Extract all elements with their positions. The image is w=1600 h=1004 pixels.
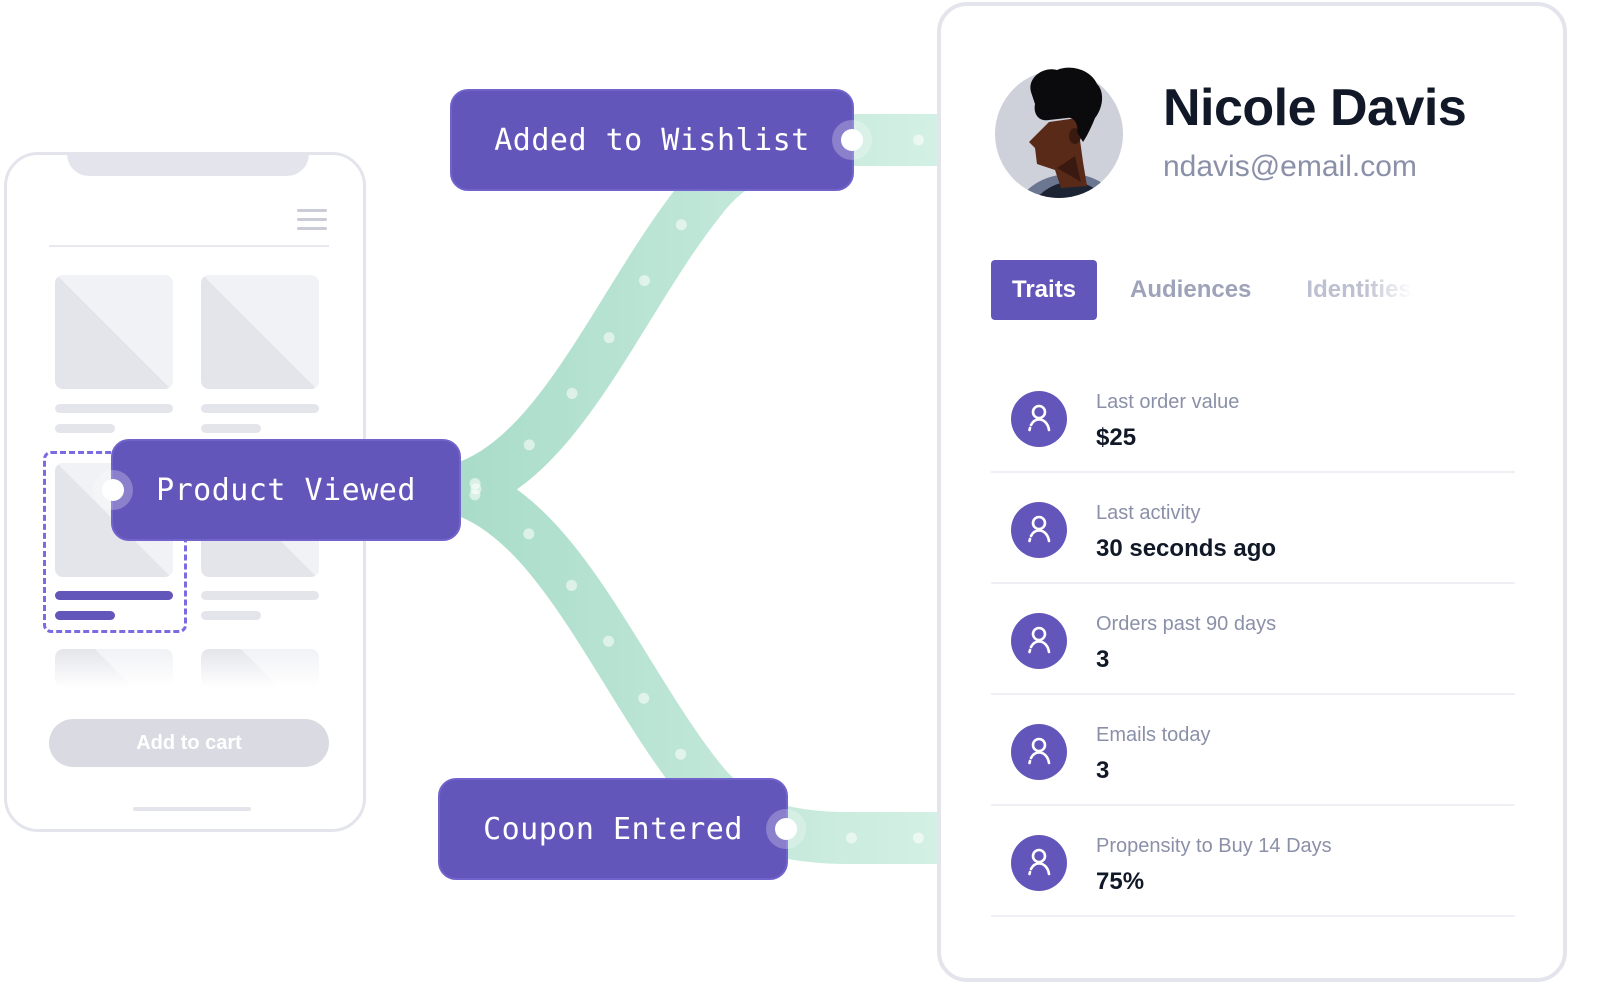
- profile-name: Nicole Davis: [1163, 79, 1467, 137]
- event-added-to-wishlist[interactable]: Added to Wishlist: [450, 89, 863, 191]
- connector-dot: [775, 818, 797, 840]
- trait-row: Last activity 30 seconds ago: [991, 473, 1515, 584]
- trait-value: 3: [1096, 757, 1110, 784]
- trait-value: 30 seconds ago: [1096, 535, 1277, 562]
- stream-dot: [566, 579, 578, 591]
- stream-dot: [523, 439, 535, 451]
- stream-dot: [912, 832, 924, 844]
- trait-label: Last order value: [1096, 391, 1240, 413]
- avatar: [995, 67, 1123, 198]
- tab-identities[interactable]: Identities: [1306, 276, 1411, 304]
- stream-dot: [738, 483, 750, 495]
- event-product-viewed[interactable]: Product Viewed: [102, 439, 461, 541]
- connector-dot: [841, 129, 863, 151]
- trait-row: Propensity to Buy 14 Days 75%: [991, 806, 1515, 917]
- user-icon: [1011, 835, 1067, 891]
- stream-dot: [675, 748, 687, 760]
- trait-value: $25: [1096, 424, 1137, 451]
- stream-dot: [566, 387, 578, 399]
- stream-dot: [638, 692, 650, 704]
- connector-dot: [102, 479, 124, 501]
- stream-dot: [604, 483, 616, 495]
- stream-dot: [523, 528, 535, 540]
- trait-row: Orders past 90 days 3: [991, 584, 1515, 695]
- stream-dot: [638, 275, 650, 287]
- trait-value: 3: [1096, 646, 1110, 673]
- user-icon: [1011, 613, 1067, 669]
- stream-dot: [912, 134, 924, 146]
- stream-dot: [537, 483, 549, 495]
- trait-label: Last activity: [1096, 502, 1201, 524]
- tab-audiences[interactable]: Audiences: [1130, 276, 1251, 304]
- trait-label: Propensity to Buy 14 Days: [1096, 835, 1332, 857]
- profile-tabs: Traits Audiences Identities: [991, 260, 1467, 320]
- trait-row: Emails today 3: [991, 695, 1515, 806]
- tab-traits[interactable]: Traits: [991, 260, 1098, 320]
- stream-dot: [603, 635, 615, 647]
- user-profile-card: Nicole Davis ndavis@email.com Traits Aud…: [937, 2, 1567, 982]
- user-icon: [1011, 724, 1067, 780]
- user-icon: [1011, 502, 1067, 558]
- trait-label: Emails today: [1096, 724, 1211, 746]
- trait-label: Orders past 90 days: [1096, 613, 1277, 635]
- profile-email: ndavis@email.com: [1163, 150, 1417, 183]
- stream-dot: [469, 489, 481, 501]
- stream-to-wishlist: [451, 114, 940, 514]
- stream-dot: [675, 219, 687, 231]
- trait-row: Last order value $25: [991, 362, 1515, 473]
- trait-value: 75%: [1096, 868, 1145, 895]
- event-label: Product Viewed: [156, 472, 416, 508]
- stream-dot: [845, 832, 857, 844]
- stream-dot: [671, 483, 683, 495]
- event-label: Coupon Entered: [483, 811, 743, 847]
- stream-dot: [603, 332, 615, 344]
- traits-list: Last order value $25 Last activity 30 se…: [991, 362, 1515, 917]
- event-label: Added to Wishlist: [494, 122, 810, 158]
- stream-dot: [872, 483, 884, 495]
- event-coupon-entered[interactable]: Coupon Entered: [438, 778, 797, 880]
- stream-dot: [805, 483, 817, 495]
- user-icon: [1011, 391, 1067, 447]
